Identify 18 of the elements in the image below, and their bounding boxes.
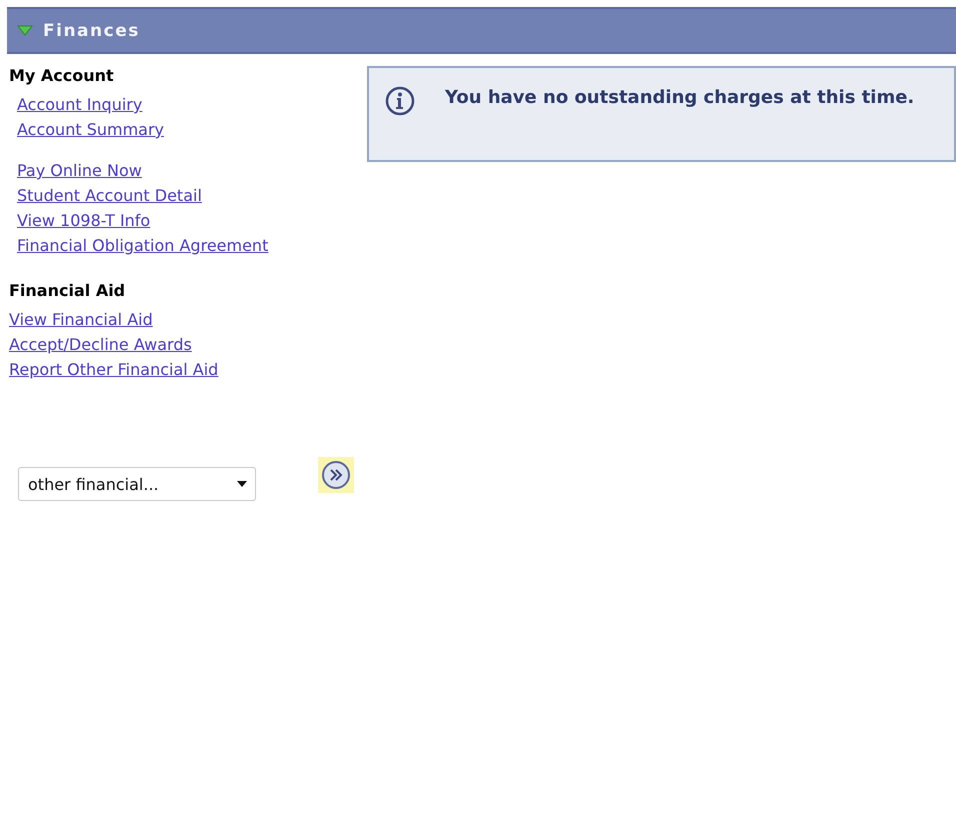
nav-link[interactable]: Accept/Decline Awards <box>9 335 192 354</box>
info-message: You have no outstanding charges at this time. <box>445 86 914 110</box>
section-title: Finances <box>43 20 140 40</box>
go-button[interactable] <box>318 457 354 493</box>
nav-link[interactable]: Pay Online Now <box>17 161 142 180</box>
nav-link[interactable]: Student Account Detail <box>17 186 202 205</box>
dropdown-select[interactable]: other financial... <box>18 467 256 501</box>
info-icon <box>385 86 415 116</box>
section-heading: My Account <box>9 66 115 85</box>
nav-link[interactable]: Report Other Financial Aid <box>9 360 218 379</box>
nav-link[interactable]: Financial Obligation Agreement <box>17 236 268 255</box>
section-heading: Financial Aid <box>9 281 126 300</box>
caret-icon <box>237 481 247 487</box>
nav-link[interactable]: View Financial Aid <box>9 310 153 329</box>
nav-link[interactable]: Account Inquiry <box>17 95 142 114</box>
double-chevron-icon <box>321 460 351 490</box>
nav-link[interactable]: View 1098-T Info <box>17 211 150 230</box>
nav-link[interactable]: Account Summary <box>17 120 164 139</box>
